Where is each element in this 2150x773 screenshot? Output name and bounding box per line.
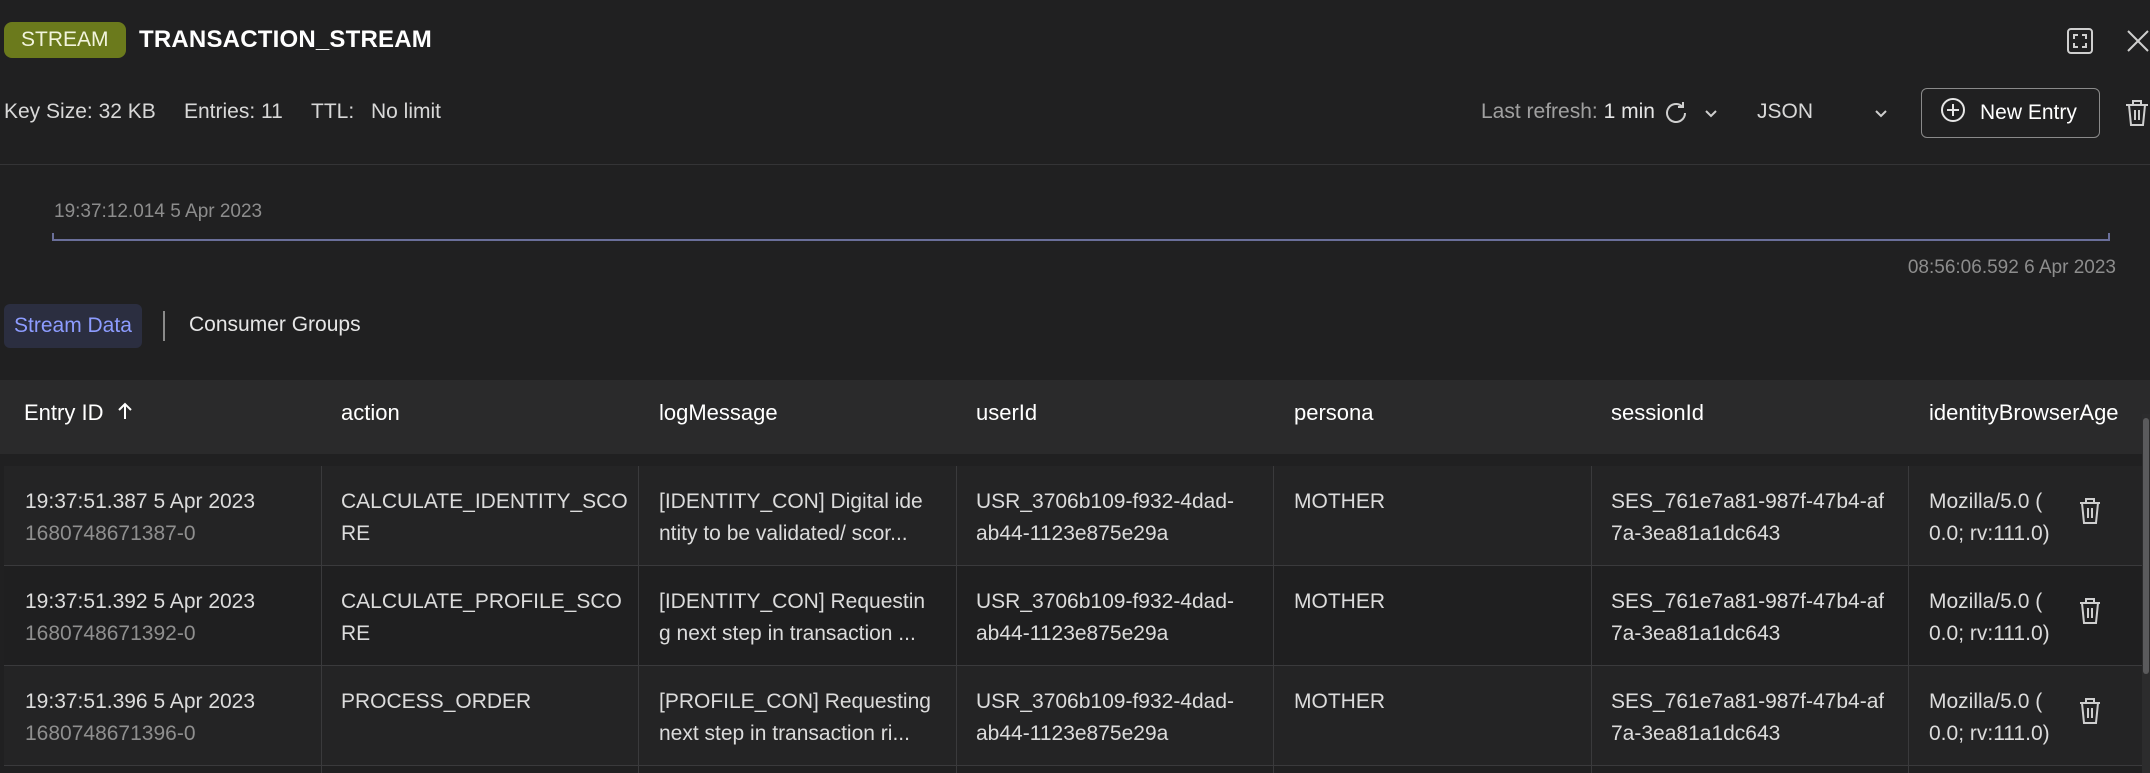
userid-cell: USR_3706b109-f932-4dad- ab44-1123e875e29…	[976, 590, 1235, 645]
sessionid-cell: SES_761e7a81-987f-47b4-af 7a-3ea81a1dc64…	[1611, 690, 1885, 745]
tab-stream-data[interactable]: Stream Data	[4, 304, 142, 348]
column-header-identitybrowserage[interactable]: identityBrowserAge	[1929, 400, 2141, 426]
new-entry-button[interactable]: New Entry	[1921, 88, 2100, 138]
userid-cell: USR_3706b109-f932-4dad- ab44-1123e875e29…	[976, 690, 1235, 745]
action-cell: CALCULATE_IDENTITY_SCO RE	[341, 490, 628, 545]
column-header-logmessage[interactable]: logMessage	[659, 400, 778, 426]
browser-cell: Mozilla/5.0 ( 0.0; rv:111.0)	[1929, 590, 2050, 645]
browser-cell: Mozilla/5.0 ( 0.0; rv:111.0)	[1929, 490, 2050, 545]
sessionid-cell: SES_761e7a81-987f-47b4-af 7a-3ea81a1dc64…	[1611, 590, 1885, 645]
key-name: TRANSACTION_STREAM	[139, 26, 432, 53]
refresh-icon[interactable]	[1659, 96, 1693, 130]
table-scrollbar-thumb[interactable]	[2143, 418, 2149, 674]
logmessage-cell: [IDENTITY_CON] Requestin g next step in …	[659, 590, 926, 645]
logmessage-cell: [PROFILE_CON] Requesting next step in tr…	[659, 690, 931, 745]
tab-separator	[163, 311, 165, 341]
tab-consumer-groups[interactable]: Consumer Groups	[189, 313, 361, 337]
timeline-handle-end[interactable]	[2108, 233, 2110, 241]
sort-ascending-icon[interactable]	[116, 401, 134, 427]
column-header-action[interactable]: action	[341, 400, 400, 426]
delete-key-icon[interactable]	[2124, 96, 2150, 130]
header-divider	[0, 164, 2150, 165]
timeline-end: 08:56:06.592 6 Apr 2023	[1907, 257, 2116, 278]
key-type-badge: STREAM	[4, 22, 126, 58]
format-chevron-down-icon[interactable]	[1870, 102, 1892, 126]
entries-count: Entries: 11	[184, 100, 283, 123]
timeline-handle-start[interactable]	[52, 233, 54, 241]
fullscreen-icon[interactable]	[2063, 24, 2097, 58]
persona-cell: MOTHER	[1294, 590, 1385, 613]
delete-entry-icon[interactable]	[2076, 496, 2104, 526]
entry-id-cell: 19:37:51.392 5 Apr 2023 1680748671392-0	[25, 590, 256, 645]
delete-entry-icon[interactable]	[2076, 696, 2104, 726]
sessionid-cell: SES_761e7a81-987f-47b4-af 7a-3ea81a1dc64…	[1611, 490, 1885, 545]
column-header-entry-id[interactable]: Entry ID	[24, 400, 134, 427]
column-header-persona[interactable]: persona	[1294, 400, 1374, 426]
entry-id-cell: 19:37:51.396 5 Apr 2023 1680748671396-0	[25, 690, 256, 745]
table-header	[0, 380, 2150, 454]
key-size: Key Size: 32 KB	[4, 100, 156, 123]
logmessage-cell: [IDENTITY_CON] Digital ide ntity to be v…	[659, 490, 923, 545]
entry-id-cell: 19:37:51.387 5 Apr 2023 1680748671387-0	[25, 490, 256, 545]
format-select-value[interactable]: JSON	[1757, 100, 1813, 124]
timeline-range-slider[interactable]	[52, 239, 2110, 241]
close-icon[interactable]	[2122, 24, 2150, 58]
browser-cell: Mozilla/5.0 ( 0.0; rv:111.0)	[1929, 690, 2050, 745]
action-cell: PROCESS_ORDER	[341, 690, 532, 713]
chevron-down-icon[interactable]	[1700, 102, 1722, 126]
column-header-userid[interactable]: userId	[976, 400, 1037, 426]
ttl-label: TTL:	[311, 100, 355, 123]
userid-cell: USR_3706b109-f932-4dad- ab44-1123e875e29…	[976, 490, 1235, 545]
persona-cell: MOTHER	[1294, 690, 1385, 713]
action-cell: CALCULATE_PROFILE_SCO RE	[341, 590, 622, 645]
persona-cell: MOTHER	[1294, 490, 1385, 513]
ttl-value: No limit	[371, 100, 442, 123]
last-refresh: Last refresh: 1 min	[1481, 100, 1655, 123]
plus-circle-icon	[1940, 97, 1966, 129]
timeline-start: 19:37:12.014 5 Apr 2023	[54, 201, 263, 222]
delete-entry-icon[interactable]	[2076, 596, 2104, 626]
column-header-sessionid[interactable]: sessionId	[1611, 400, 1704, 426]
